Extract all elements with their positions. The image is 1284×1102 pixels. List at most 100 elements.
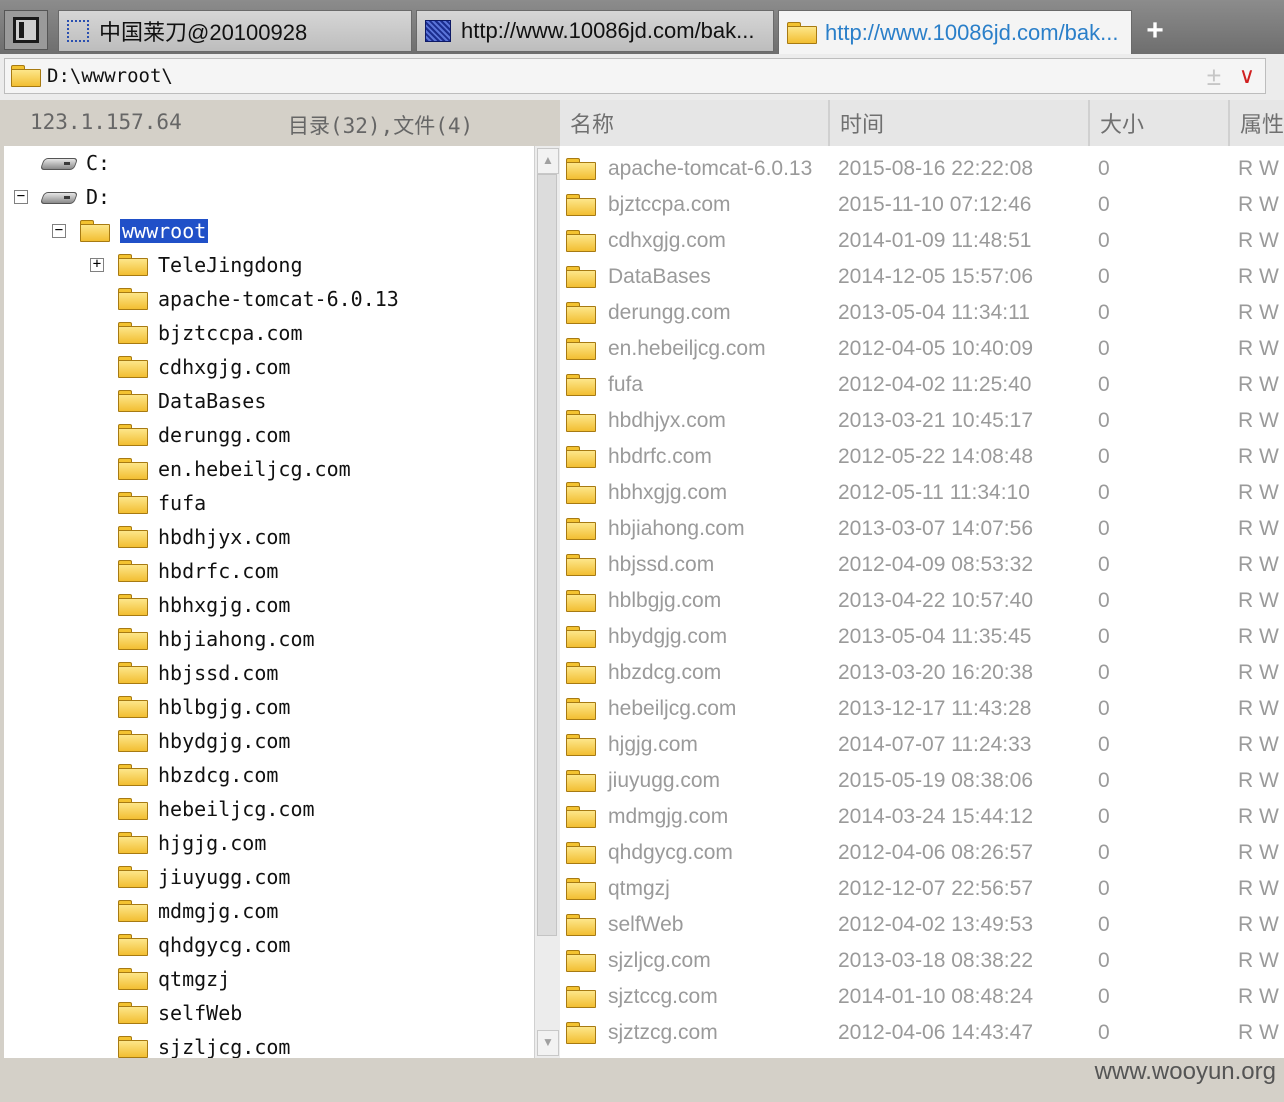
- cell-name: hbdhjyx.com: [608, 409, 726, 432]
- expand-icon[interactable]: +: [90, 257, 104, 272]
- tree-node[interactable]: derungg.com: [118, 418, 290, 452]
- table-row[interactable]: mdmgjg.com 2014-03-24 15:44:12 0 R W: [560, 798, 1284, 834]
- address-input[interactable]: D:\wwwroot\ ± ∨: [4, 58, 1266, 94]
- cell-name: qhdgycg.com: [608, 841, 733, 864]
- chevron-down-icon[interactable]: ∨: [1239, 63, 1255, 89]
- table-row[interactable]: hbzdcg.com 2013-03-20 16:20:38 0 R W: [560, 654, 1284, 690]
- tree-node[interactable]: jiuyugg.com: [118, 860, 290, 894]
- tree-node[interactable]: hbhxgjg.com: [118, 588, 290, 622]
- tab-2[interactable]: http://www.10086jd.com/bak...: [416, 10, 774, 52]
- tree-node[interactable]: TeleJingdong: [118, 248, 303, 282]
- table-row[interactable]: sjztccg.com 2014-01-10 08:48:24 0 R W: [560, 978, 1284, 1014]
- folder-icon: [118, 832, 148, 854]
- scrollbar-thumb[interactable]: [537, 174, 557, 936]
- add-bookmark-button[interactable]: ±: [1207, 61, 1221, 92]
- tree-node[interactable]: hbydgjg.com: [118, 724, 290, 758]
- tree-node[interactable]: en.hebeiljcg.com: [118, 452, 351, 486]
- window-menu-button[interactable]: [4, 10, 48, 50]
- column-size[interactable]: 大小: [1090, 100, 1230, 146]
- tree-node[interactable]: qtmgzj: [118, 962, 230, 996]
- cell-attr: R W: [1238, 373, 1279, 396]
- folder-icon: [566, 662, 596, 684]
- tree-node[interactable]: hbdrfc.com: [118, 554, 278, 588]
- table-row[interactable]: sjztzcg.com 2012-04-06 14:43:47 0 R W: [560, 1014, 1284, 1050]
- new-tab-button[interactable]: +: [1140, 10, 1170, 52]
- cell-time: 2013-05-04 11:35:45: [838, 625, 1032, 648]
- table-row[interactable]: hbhxgjg.com 2012-05-11 11:34:10 0 R W: [560, 474, 1284, 510]
- tree-node-label: derungg.com: [158, 423, 291, 447]
- tree-node[interactable]: hblbgjg.com: [118, 690, 290, 724]
- tab-3-active[interactable]: http://www.10086jd.com/bak...: [778, 10, 1132, 54]
- folder-icon: [11, 65, 41, 87]
- table-row[interactable]: hbdrfc.com 2012-05-22 14:08:48 0 R W: [560, 438, 1284, 474]
- tree-node[interactable]: hebeiljcg.com: [118, 792, 315, 826]
- folder-icon: [118, 356, 148, 378]
- table-row[interactable]: jiuyugg.com 2015-05-19 08:38:06 0 R W: [560, 762, 1284, 798]
- table-row[interactable]: hjgjg.com 2014-07-07 11:24:33 0 R W: [560, 726, 1284, 762]
- table-row[interactable]: en.hebeiljcg.com 2012-04-05 10:40:09 0 R W: [560, 330, 1284, 366]
- tab-1[interactable]: 中国莱刀@20100928: [58, 10, 412, 52]
- tree-node[interactable]: hbjiahong.com: [118, 622, 315, 656]
- tree-node[interactable]: DataBases: [118, 384, 266, 418]
- column-attr[interactable]: 属性: [1230, 100, 1284, 146]
- column-time[interactable]: 时间: [830, 100, 1090, 146]
- table-row[interactable]: hebeiljcg.com 2013-12-17 11:43:28 0 R W: [560, 690, 1284, 726]
- folder-icon: [118, 322, 148, 344]
- cell-size: 0: [1098, 769, 1110, 792]
- folder-icon: [566, 554, 596, 576]
- scroll-down-icon[interactable]: ▼: [537, 1030, 559, 1056]
- file-list: apache-tomcat-6.0.13 2015-08-16 22:22:08 0…: [560, 146, 1284, 1058]
- table-row[interactable]: DataBases 2014-12-05 15:57:06 0 R W: [560, 258, 1284, 294]
- cell-attr: R W: [1238, 841, 1279, 864]
- tree-node[interactable]: fufa: [118, 486, 206, 520]
- tree-node[interactable]: sjzljcg.com: [118, 1030, 290, 1058]
- tree-node[interactable]: hbzdcg.com: [118, 758, 278, 792]
- tree-node[interactable]: mdmgjg.com: [118, 894, 278, 928]
- table-row[interactable]: hbjssd.com 2012-04-09 08:53:32 0 R W: [560, 546, 1284, 582]
- tree-node[interactable]: bjztccpa.com: [118, 316, 303, 350]
- collapse-icon[interactable]: −: [52, 223, 66, 238]
- folder-icon: [566, 842, 596, 864]
- tree-node[interactable]: hbjssd.com: [118, 656, 278, 690]
- table-row[interactable]: qhdgycg.com 2012-04-06 08:26:57 0 R W: [560, 834, 1284, 870]
- table-row[interactable]: fufa 2012-04-02 11:25:40 0 R W: [560, 366, 1284, 402]
- folder-icon: [118, 458, 148, 480]
- table-row[interactable]: apache-tomcat-6.0.13 2015-08-16 22:22:08 0…: [560, 150, 1284, 186]
- cell-attr: R W: [1238, 157, 1279, 180]
- sidebar-toggle-icon: [13, 17, 39, 43]
- table-row[interactable]: bjztccpa.com 2015-11-10 07:12:46 0 R W: [560, 186, 1284, 222]
- table-row[interactable]: hblbgjg.com 2013-04-22 10:57:40 0 R W: [560, 582, 1284, 618]
- cell-attr: R W: [1238, 805, 1279, 828]
- tree-node[interactable]: apache-tomcat-6.0.13: [118, 282, 399, 316]
- tree-node[interactable]: selfWeb: [118, 996, 242, 1030]
- cell-attr: R W: [1238, 733, 1279, 756]
- table-row[interactable]: hbydgjg.com 2013-05-04 11:35:45 0 R W: [560, 618, 1284, 654]
- table-row[interactable]: cdhxgjg.com 2014-01-09 11:48:51 0 R W: [560, 222, 1284, 258]
- cell-name: hbhxgjg.com: [608, 481, 728, 504]
- cell-size: 0: [1098, 265, 1110, 288]
- tree-node[interactable]: hjgjg.com: [118, 826, 266, 860]
- scroll-up-icon[interactable]: ▲: [537, 148, 559, 174]
- table-row[interactable]: selfWeb 2012-04-02 13:49:53 0 R W: [560, 906, 1284, 942]
- tree-drive-d[interactable]: D:: [42, 180, 110, 214]
- tree-node[interactable]: qhdgycg.com: [118, 928, 290, 962]
- folder-icon: [118, 696, 148, 718]
- table-row[interactable]: sjzljcg.com 2013-03-18 08:38:22 0 R W: [560, 942, 1284, 978]
- tree-node[interactable]: hbdhjyx.com: [118, 520, 290, 554]
- table-row[interactable]: qtmgzj 2012-12-07 22:56:57 0 R W: [560, 870, 1284, 906]
- table-row[interactable]: derungg.com 2013-05-04 11:34:11 0 R W: [560, 294, 1284, 330]
- tree-node-wwwroot[interactable]: wwwroot: [80, 214, 210, 248]
- folder-icon: [118, 1036, 148, 1058]
- cell-name: jiuyugg.com: [608, 769, 721, 792]
- cell-attr: R W: [1238, 697, 1279, 720]
- tree-drive-c[interactable]: C:: [42, 146, 110, 180]
- column-name[interactable]: 名称: [560, 100, 830, 146]
- cell-size: 0: [1098, 553, 1110, 576]
- table-row[interactable]: hbdhjyx.com 2013-03-21 10:45:17 0 R W: [560, 402, 1284, 438]
- collapse-icon[interactable]: −: [14, 189, 28, 204]
- folder-icon: [566, 302, 596, 324]
- tree-node[interactable]: cdhxgjg.com: [118, 350, 290, 384]
- tree-scrollbar[interactable]: ▲ ▼: [534, 146, 560, 1058]
- table-row[interactable]: hbjiahong.com 2013-03-07 14:07:56 0 R W: [560, 510, 1284, 546]
- directory-tree: C: − D: − wwwroot + TeleJingdong apache-to…: [4, 146, 534, 1058]
